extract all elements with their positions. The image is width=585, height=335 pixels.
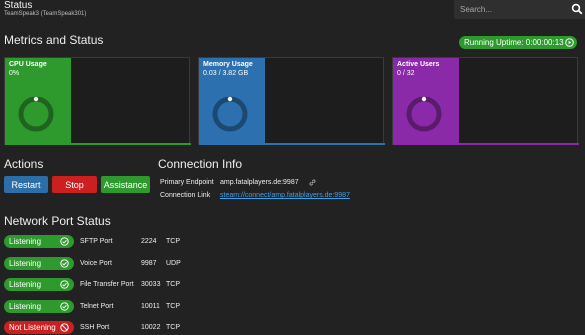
- cpu-usage-label: CPU Usage: [9, 61, 47, 68]
- check-circle-icon: [60, 302, 69, 311]
- cpu-usage-panel: CPU Usage 0%: [5, 58, 71, 145]
- port-status-badge: Listening: [4, 300, 74, 313]
- memory-usage-label: Memory Usage: [203, 61, 253, 68]
- page-title: Status: [4, 0, 33, 11]
- active-users-card: Active Users 0 / 32: [392, 57, 579, 145]
- memory-usage-panel: Memory Usage 0.03 / 3.82 GB: [199, 58, 265, 145]
- port-status-badge: Listening: [4, 278, 74, 291]
- assistance-button[interactable]: Assistance: [101, 176, 150, 193]
- port-number: 30033: [141, 281, 161, 288]
- cpu-usage-gauge: [18, 96, 54, 132]
- actions-section-title: Actions: [4, 157, 44, 171]
- port-status-badge: Not Listening: [4, 321, 74, 334]
- cpu-usage-value: 0%: [9, 70, 20, 77]
- port-protocol: TCP: [166, 238, 180, 245]
- port-status-label: Listening: [9, 302, 42, 311]
- instance-subtitle: TeamSpeak3 (TeamSpeak301): [4, 11, 87, 17]
- connection-section-title: Connection Info: [158, 157, 243, 171]
- link-icon[interactable]: [308, 178, 317, 187]
- primary-endpoint-label: Primary Endpoint: [160, 179, 214, 186]
- active-users-gauge: [406, 96, 442, 132]
- memory-usage-gauge: [212, 96, 248, 132]
- port-status-badge: Listening: [4, 257, 74, 270]
- port-status-label: Not Listening: [9, 323, 56, 332]
- active-users-value: 0 / 32: [397, 70, 415, 77]
- connection-link-label: Connection Link: [160, 192, 211, 199]
- port-status-badge: Listening: [4, 235, 74, 248]
- port-protocol: TCP: [166, 324, 180, 331]
- metrics-section-title: Metrics and Status: [4, 33, 104, 47]
- active-users-label: Active Users: [397, 61, 440, 68]
- check-circle-icon: [60, 237, 69, 246]
- port-protocol: UDP: [166, 260, 181, 267]
- check-circle-icon: [60, 259, 69, 268]
- stop-button[interactable]: Stop: [52, 176, 97, 193]
- cpu-usage-bar: [5, 143, 191, 145]
- port-number: 10011: [141, 303, 160, 310]
- port-number: 9987: [141, 260, 157, 267]
- port-name: SFTP Port: [80, 238, 113, 245]
- port-status-label: Listening: [9, 237, 42, 246]
- cpu-usage-card: CPU Usage 0%: [4, 57, 191, 145]
- primary-endpoint-value: amp.fatalplayers.de:9987: [220, 179, 299, 186]
- port-status-label: Listening: [9, 280, 42, 289]
- search-input[interactable]: [460, 3, 564, 16]
- port-number: 2224: [141, 238, 157, 245]
- block-icon: [60, 323, 69, 332]
- active-users-bar: [393, 143, 579, 145]
- search-box: [454, 0, 585, 19]
- restart-button[interactable]: Restart: [4, 176, 48, 193]
- ports-section-title: Network Port Status: [4, 214, 111, 228]
- memory-usage-value: 0.03 / 3.82 GB: [203, 70, 249, 77]
- port-name: Telnet Port: [80, 303, 114, 310]
- active-users-panel: Active Users 0 / 32: [393, 58, 459, 145]
- port-protocol: TCP: [166, 281, 180, 288]
- port-name: Voice Port: [80, 260, 112, 267]
- status-page: Status TeamSpeak3 (TeamSpeak301) Metrics…: [0, 0, 585, 335]
- port-name: File Transfer Port: [80, 281, 134, 288]
- port-name: SSH Port: [80, 324, 110, 331]
- memory-usage-bar: [199, 143, 385, 145]
- memory-usage-card: Memory Usage 0.03 / 3.82 GB: [198, 57, 385, 145]
- connection-link[interactable]: steam://connect/amp.fatalplayers.de:9987: [220, 192, 350, 199]
- port-status-label: Listening: [9, 259, 42, 268]
- uptime-label: Running Uptime: 0:00:00:13: [464, 38, 564, 47]
- port-number: 10022: [141, 324, 161, 331]
- uptime-badge: Running Uptime: 0:00:00:13: [459, 36, 577, 49]
- search-icon[interactable]: [571, 3, 583, 15]
- play-circle-icon: [565, 38, 574, 47]
- port-protocol: TCP: [166, 303, 180, 310]
- check-circle-icon: [60, 280, 69, 289]
